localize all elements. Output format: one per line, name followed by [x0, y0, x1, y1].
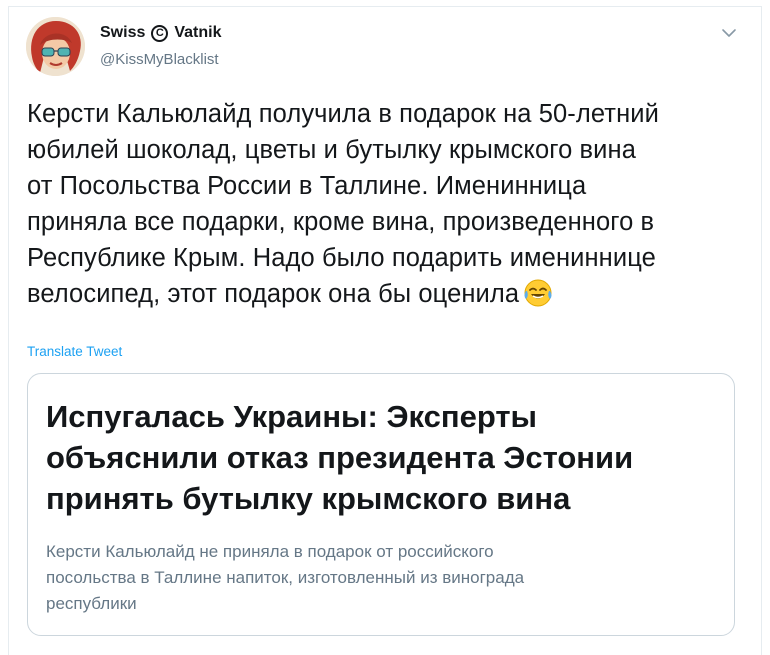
avatar-image — [26, 17, 85, 76]
user-handle[interactable]: @KissMyBlacklist — [100, 51, 219, 68]
copyright-icon: C — [151, 24, 169, 42]
avatar[interactable] — [26, 17, 85, 76]
link-preview-card[interactable]: Испугалась Украины: Эксперты объяснили о… — [27, 373, 735, 636]
display-name-part2: Vatnik — [174, 24, 222, 41]
display-name[interactable]: Swiss C Vatnik — [100, 24, 222, 42]
chevron-down-icon[interactable] — [720, 26, 738, 40]
card-description: Керсти Кальюлайд не приняла в подарок от… — [46, 542, 525, 613]
display-name-part1: Swiss — [100, 24, 146, 41]
card-title: Испугалась Украины: Эксперты объяснили о… — [46, 399, 634, 516]
tweet-text: Керсти Кальюлайд получила в подарок на 5… — [27, 96, 747, 312]
tweet-body: Керсти Кальюлайд получила в подарок на 5… — [27, 100, 659, 308]
face-with-tears-of-joy-icon — [524, 279, 552, 307]
translate-tweet-link[interactable]: Translate Tweet — [27, 344, 122, 359]
